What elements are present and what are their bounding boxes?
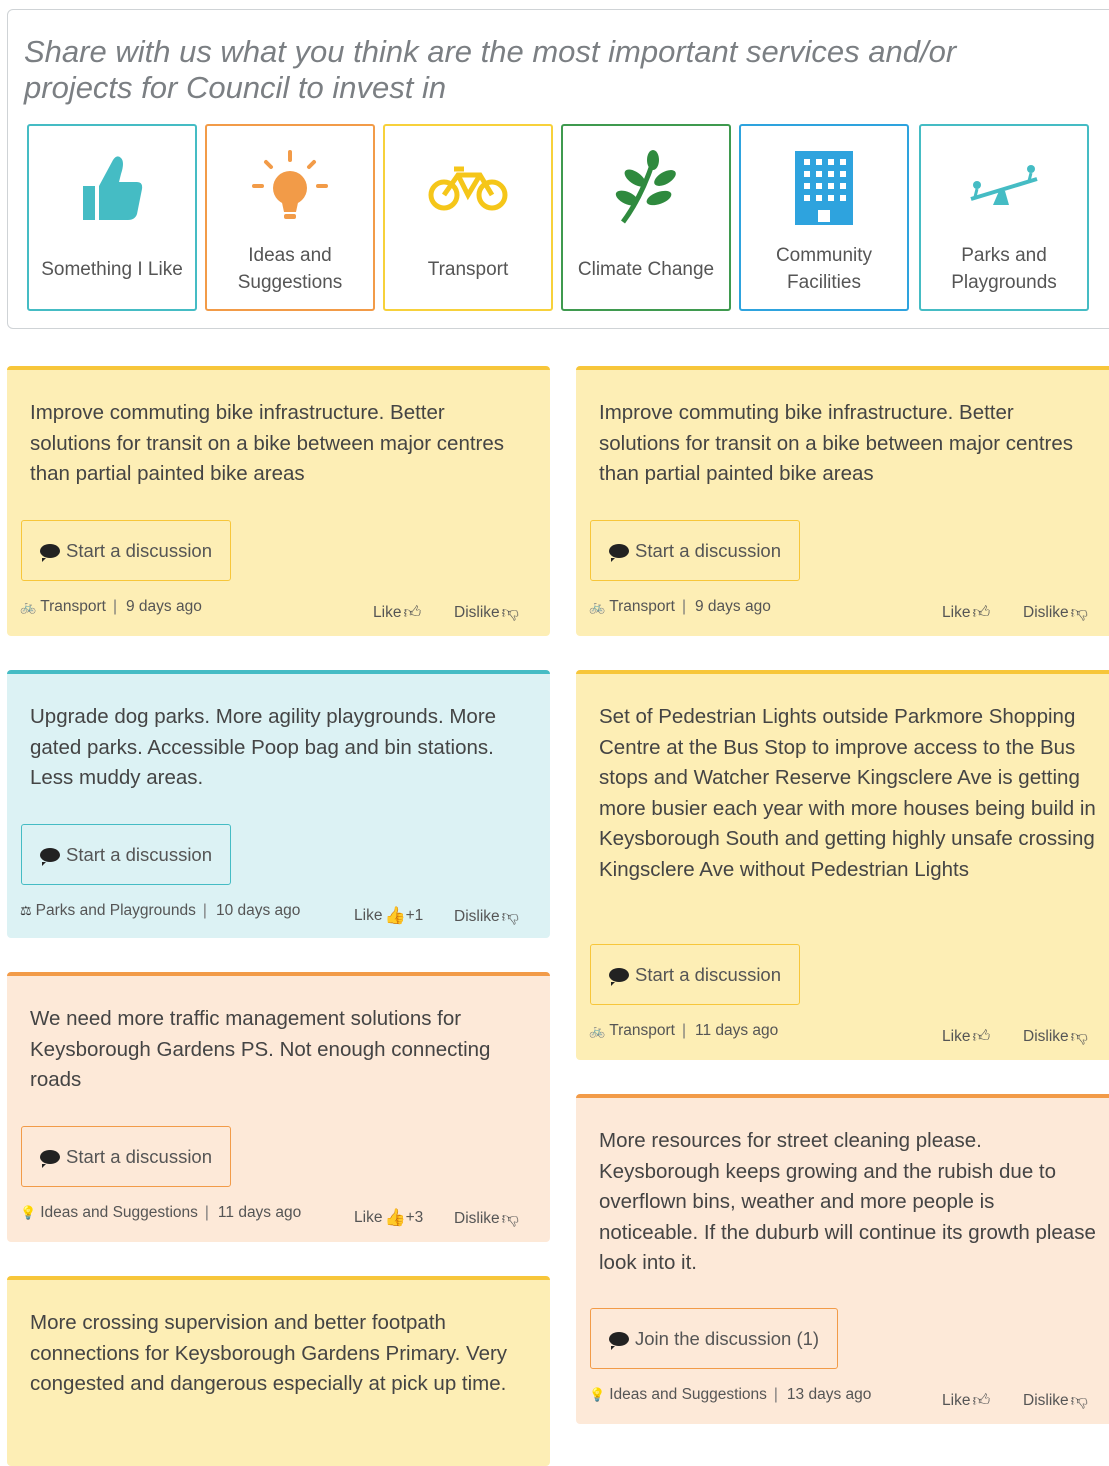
- thumbs-down-outline-icon: 👎︎: [501, 907, 519, 926]
- idea-meta: 🚲 Transport | 11 days ago: [589, 1022, 779, 1040]
- dislike-button[interactable]: Dislike 👎︎: [1023, 602, 1088, 623]
- building-icon: [741, 148, 907, 228]
- thumbs-up-filled-icon: 👍: [384, 1208, 406, 1227]
- category-transport[interactable]: Transport: [383, 124, 553, 311]
- seesaw-icon: [921, 148, 1087, 228]
- thumbs-down-outline-icon: 👎︎: [1070, 603, 1088, 622]
- idea-card: Upgrade dog parks. More agility playgrou…: [7, 670, 550, 938]
- start-discussion-button[interactable]: Start a discussion: [21, 520, 232, 581]
- speech-bubble-icon: [609, 1331, 629, 1350]
- dislike-button[interactable]: Dislike 👎︎: [454, 602, 519, 623]
- idea-card: Improve commuting bike infrastructure. B…: [7, 366, 550, 636]
- thumbs-up-icon: [29, 148, 195, 228]
- start-discussion-button[interactable]: Start a discussion: [21, 824, 232, 885]
- category-label: Something I Like: [41, 259, 183, 280]
- category-label: Climate Change: [577, 259, 715, 280]
- like-button[interactable]: Like 👍︎: [942, 602, 990, 623]
- timestamp: 11 days ago: [217, 1204, 302, 1221]
- bicycle-icon: 🚲: [20, 599, 37, 614]
- thumbs-up-outline-icon: 👍︎: [972, 1027, 991, 1046]
- idea-meta: ⚖ Parks and Playgrounds | 10 days ago: [20, 902, 301, 920]
- thumbs-up-filled-icon: 👍: [384, 906, 406, 925]
- seesaw-icon: ⚖: [20, 903, 32, 918]
- thumbs-up-outline-icon: 👍︎: [972, 1391, 991, 1410]
- category-tag[interactable]: Transport: [609, 598, 675, 616]
- idea-text: We need more traffic management solution…: [30, 1007, 491, 1091]
- like-button[interactable]: Like 👍︎: [942, 1390, 990, 1411]
- idea-text: More resources for street cleaning pleas…: [599, 1129, 1096, 1274]
- category-tag[interactable]: Transport: [40, 598, 106, 616]
- timestamp: 9 days ago: [694, 598, 771, 615]
- category-parks-and-playgrounds[interactable]: Parks and Playgrounds: [919, 124, 1089, 311]
- bicycle-icon: 🚲: [589, 1023, 606, 1038]
- bicycle-icon: [385, 148, 551, 228]
- leaf-icon: [563, 148, 729, 228]
- speech-bubble-icon: [40, 1149, 60, 1168]
- category-tag[interactable]: Transport: [609, 1022, 675, 1040]
- category-panel: Share with us what you think are the mos…: [7, 9, 1109, 329]
- thumbs-up-outline-icon: 👍︎: [972, 603, 991, 622]
- bicycle-icon: 🚲: [589, 599, 606, 614]
- idea-card: More resources for street cleaning pleas…: [576, 1094, 1109, 1424]
- lightbulb-icon: 💡: [20, 1205, 37, 1220]
- category-label: Parks and Playgrounds: [951, 245, 1057, 293]
- timestamp: 13 days ago: [786, 1386, 872, 1403]
- idea-text: Set of Pedestrian Lights outside Parkmor…: [599, 705, 1096, 881]
- prompt-heading: Share with us what you think are the mos…: [24, 34, 957, 105]
- timestamp: 10 days ago: [215, 902, 301, 919]
- idea-text: Improve commuting bike infrastructure. B…: [599, 401, 1074, 485]
- dislike-button[interactable]: Dislike 👎︎: [1023, 1026, 1088, 1047]
- category-label: Community Facilities: [775, 245, 873, 293]
- idea-meta: 💡 Ideas and Suggestions | 13 days ago: [589, 1386, 872, 1404]
- timestamp: 9 days ago: [125, 598, 202, 615]
- dislike-button[interactable]: Dislike 👎︎: [454, 906, 519, 927]
- category-climate-change[interactable]: Climate Change: [561, 124, 731, 311]
- category-ideas-and-suggestions[interactable]: Ideas and Suggestions: [205, 124, 375, 311]
- category-tag[interactable]: Ideas and Suggestions: [609, 1386, 767, 1404]
- like-button[interactable]: Like 👍︎: [373, 602, 421, 623]
- category-tag[interactable]: Parks and Playgrounds: [36, 902, 196, 920]
- speech-bubble-icon: [609, 543, 629, 562]
- join-discussion-button[interactable]: Join the discussion (1): [590, 1308, 839, 1369]
- thumbs-down-outline-icon: 👎︎: [501, 1209, 519, 1228]
- category-label: Ideas and Suggestions: [237, 245, 343, 293]
- category-tag[interactable]: Ideas and Suggestions: [40, 1204, 198, 1222]
- dislike-button[interactable]: Dislike 👎︎: [1023, 1390, 1088, 1411]
- category-something-i-like[interactable]: Something I Like: [27, 124, 197, 311]
- speech-bubble-icon: [40, 543, 60, 562]
- like-button[interactable]: Like 👍︎: [942, 1026, 990, 1047]
- thumbs-down-outline-icon: 👎︎: [1070, 1391, 1088, 1410]
- like-count: +1: [405, 907, 424, 924]
- lightbulb-icon: 💡: [589, 1387, 606, 1402]
- idea-meta: 🚲 Transport | 9 days ago: [20, 598, 202, 616]
- thumbs-down-outline-icon: 👎︎: [1070, 1027, 1088, 1046]
- idea-card: We need more traffic management solution…: [7, 972, 550, 1242]
- idea-meta: 🚲 Transport | 9 days ago: [589, 598, 771, 616]
- speech-bubble-icon: [40, 847, 60, 866]
- like-button[interactable]: Like 👍 +3: [354, 1208, 423, 1228]
- idea-text: Upgrade dog parks. More agility playgrou…: [30, 705, 497, 789]
- idea-meta: 💡 Ideas and Suggestions | 11 days ago: [20, 1204, 302, 1222]
- dislike-button[interactable]: Dislike 👎︎: [454, 1208, 519, 1229]
- like-button[interactable]: Like 👍 +1: [354, 906, 423, 926]
- start-discussion-button[interactable]: Start a discussion: [590, 520, 801, 581]
- timestamp: 11 days ago: [694, 1022, 779, 1039]
- start-discussion-button[interactable]: Start a discussion: [590, 944, 801, 1005]
- idea-text: Improve commuting bike infrastructure. B…: [30, 401, 505, 485]
- thumbs-up-outline-icon: 👍︎: [403, 603, 422, 622]
- start-discussion-button[interactable]: Start a discussion: [21, 1126, 232, 1187]
- idea-text: More crossing supervision and better foo…: [30, 1311, 508, 1395]
- speech-bubble-icon: [609, 967, 629, 986]
- idea-card: More crossing supervision and better foo…: [7, 1276, 550, 1466]
- thumbs-down-outline-icon: 👎︎: [501, 603, 519, 622]
- lightbulb-icon: [207, 148, 373, 228]
- like-count: +3: [405, 1209, 424, 1226]
- idea-card: Improve commuting bike infrastructure. B…: [576, 366, 1109, 636]
- category-label: Transport: [427, 259, 509, 280]
- category-community-facilities[interactable]: Community Facilities: [739, 124, 909, 311]
- idea-card: Set of Pedestrian Lights outside Parkmor…: [576, 670, 1109, 1060]
